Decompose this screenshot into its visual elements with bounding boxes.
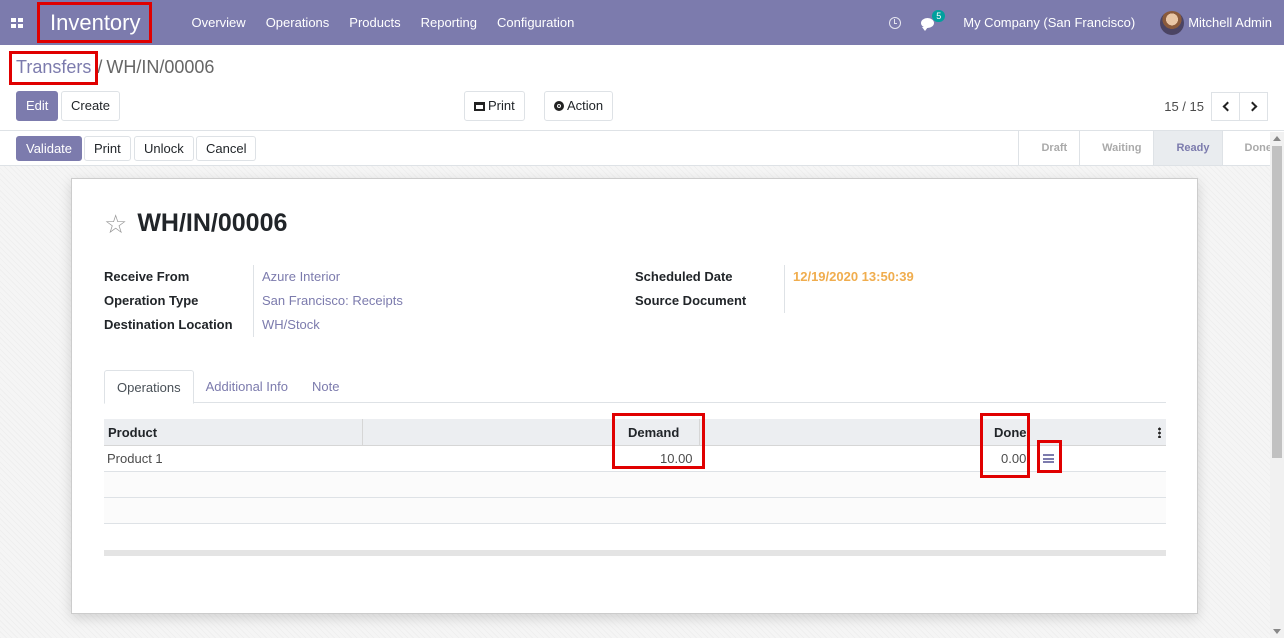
stage-draft: Draft <box>1018 131 1079 165</box>
menu-operations[interactable]: Operations <box>256 0 340 45</box>
chevron-right-icon <box>1247 101 1257 112</box>
action-label: Action <box>567 98 604 113</box>
column-divider <box>362 419 363 446</box>
stage-ready: Ready <box>1153 131 1222 165</box>
scheduled-date-value: 12/19/2020 13:50:39 <box>784 265 914 289</box>
chevron-left-icon <box>1222 101 1232 112</box>
field-label: Destination Location <box>104 317 233 332</box>
apps-menu-icon[interactable] <box>11 17 23 28</box>
title-row: ☆ WH/IN/00006 <box>104 209 287 238</box>
field-source-document: Source Document <box>635 289 914 313</box>
field-receive-from: Receive From Azure Interior <box>104 265 403 289</box>
messaging-menu[interactable]: 5 <box>921 9 946 31</box>
top-navbar: Inventory Overview Operations Products R… <box>0 0 1284 45</box>
demand-cell[interactable]: 10.00 <box>660 446 693 472</box>
empty-row <box>104 472 1166 498</box>
pager-previous-button[interactable] <box>1211 92 1240 121</box>
column-done[interactable]: Done <box>994 419 1027 446</box>
column-product[interactable]: Product <box>108 419 157 446</box>
column-demand[interactable]: Demand <box>628 419 679 446</box>
stage-pipeline: Draft Waiting Ready Done <box>1018 131 1284 165</box>
validate-button[interactable]: Validate <box>16 136 83 161</box>
user-menu[interactable]: Mitchell Admin <box>1188 15 1272 30</box>
form-sheet: ☆ WH/IN/00006 Receive From Azure Interio… <box>71 178 1198 614</box>
table-header: Product Demand Done <box>104 419 1166 446</box>
field-label: Source Document <box>635 293 747 308</box>
user-avatar[interactable] <box>1160 10 1185 35</box>
chat-count-badge: 5 <box>932 9 946 22</box>
product-cell[interactable]: Product 1 <box>107 446 163 472</box>
control-panel: Transfers / WH/IN/00006 Edit Create Prin… <box>0 45 1284 131</box>
operation-type-link[interactable]: San Francisco: Receipts <box>253 289 403 313</box>
main-menu: Overview Operations Products Reporting C… <box>182 0 585 45</box>
scroll-down-arrow-icon[interactable] <box>1273 629 1281 634</box>
menu-configuration[interactable]: Configuration <box>487 0 584 45</box>
edit-button[interactable]: Edit <box>16 91 59 121</box>
menu-reporting[interactable]: Reporting <box>411 0 487 45</box>
print-label: Print <box>488 98 515 113</box>
field-scheduled-date: Scheduled Date 12/19/2020 13:50:39 <box>635 265 914 289</box>
done-cell[interactable]: 0.00 <box>1001 446 1026 472</box>
column-divider <box>699 419 700 446</box>
star-icon[interactable]: ☆ <box>104 211 127 237</box>
pager-value[interactable]: 15 / 15 <box>1164 99 1204 114</box>
notebook-tabs: Operations Additional Info Note <box>104 370 1166 404</box>
empty-row <box>104 498 1166 524</box>
destination-location-link[interactable]: WH/Stock <box>253 313 320 337</box>
optional-columns-icon[interactable] <box>1158 427 1161 438</box>
field-label: Operation Type <box>104 293 199 308</box>
stage-waiting: Waiting <box>1079 131 1153 165</box>
gear-icon <box>554 101 564 111</box>
pager-next-button[interactable] <box>1239 92 1268 121</box>
status-bar: Validate Print Unlock Cancel Draft Waiti… <box>0 131 1284 166</box>
source-document-value <box>784 289 793 313</box>
app-title[interactable]: Inventory <box>39 3 152 43</box>
unlock-button[interactable]: Unlock <box>134 136 194 161</box>
left-field-group: Receive From Azure Interior Operation Ty… <box>104 265 403 337</box>
scroll-up-arrow-icon[interactable] <box>1273 136 1281 141</box>
create-button[interactable]: Create <box>61 91 121 121</box>
breadcrumb-transfers-link[interactable]: Transfers <box>12 57 95 78</box>
table-footer <box>104 550 1166 556</box>
breadcrumb-separator: / <box>97 57 103 77</box>
breadcrumb-current: WH/IN/00006 <box>106 57 215 77</box>
tab-operations[interactable]: Operations <box>104 370 194 404</box>
breadcrumb: Transfers / WH/IN/00006 <box>12 57 214 78</box>
company-switcher[interactable]: My Company (San Francisco) <box>963 15 1135 30</box>
table-row[interactable]: Product 1 10.00 0.00 <box>104 446 1166 472</box>
menu-overview[interactable]: Overview <box>182 0 256 45</box>
tab-note[interactable]: Note <box>300 370 351 402</box>
tab-additional-info[interactable]: Additional Info <box>194 370 300 402</box>
print-button[interactable]: Print <box>84 136 131 161</box>
action-dropdown-button[interactable]: Action <box>544 91 614 121</box>
operations-table: Product Demand Done Product 1 10.00 0.00 <box>104 419 1166 556</box>
field-destination-location: Destination Location WH/Stock <box>104 313 403 337</box>
field-operation-type: Operation Type San Francisco: Receipts <box>104 289 403 313</box>
field-label: Scheduled Date <box>635 269 733 284</box>
print-icon <box>474 102 485 111</box>
navbar-systray: 5 My Company (San Francisco) Mitchell Ad… <box>889 0 1284 45</box>
record-title: WH/IN/00006 <box>137 209 288 237</box>
scrollbar-thumb[interactable] <box>1272 146 1282 458</box>
detailed-operations-icon[interactable] <box>1043 454 1054 463</box>
right-field-group: Scheduled Date 12/19/2020 13:50:39 Sourc… <box>635 265 914 313</box>
activity-clock-icon[interactable] <box>889 16 902 29</box>
menu-products[interactable]: Products <box>339 0 410 45</box>
print-dropdown-button[interactable]: Print <box>464 91 525 121</box>
cancel-button[interactable]: Cancel <box>196 136 257 161</box>
receive-from-link[interactable]: Azure Interior <box>253 265 340 289</box>
field-label: Receive From <box>104 269 190 284</box>
vertical-scrollbar[interactable] <box>1270 132 1284 638</box>
